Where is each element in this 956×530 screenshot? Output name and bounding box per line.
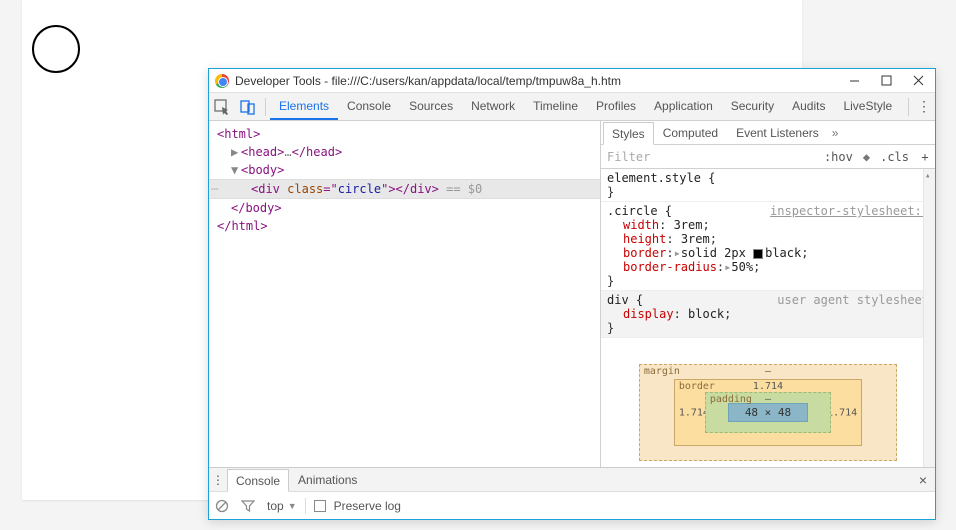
rule-source-link[interactable]: inspector-stylesheet:1	[770, 204, 929, 218]
styles-more-tabs-icon[interactable]: »	[832, 126, 839, 140]
devtools-window: Developer Tools - file:///C:/users/kan/a…	[208, 68, 936, 520]
drawer-tab-console[interactable]: Console	[227, 469, 289, 492]
dom-node[interactable]: </body>	[231, 201, 282, 215]
tab-console[interactable]: Console	[338, 93, 400, 120]
toggle-hover-button[interactable]: :hov	[818, 150, 859, 164]
preserve-log-checkbox[interactable]	[314, 500, 326, 512]
scrollbar[interactable]: ▴	[923, 169, 935, 497]
box-model-content-size: 48 × 48	[728, 403, 808, 422]
console-drawer: ⋮ Console Animations × top ▼ Preserve lo	[209, 467, 935, 519]
toggle-class-button[interactable]: .cls	[874, 150, 915, 164]
new-style-rule-button[interactable]: +	[915, 150, 935, 164]
window-minimize-button[interactable]	[847, 74, 861, 88]
pin-icon[interactable]: ◆	[859, 150, 874, 164]
rule-selector[interactable]: element.style {	[607, 171, 929, 185]
tab-livestyle[interactable]: LiveStyle	[834, 93, 901, 120]
filter-icon[interactable]	[241, 499, 259, 513]
console-context-select[interactable]: top ▼	[267, 499, 297, 513]
styles-tab-computed[interactable]: Computed	[654, 121, 727, 144]
devtools-title: Developer Tools - file:///C:/users/kan/a…	[235, 74, 841, 88]
styles-tab-event-listeners[interactable]: Event Listeners	[727, 121, 828, 144]
inspect-element-icon[interactable]	[209, 94, 235, 120]
circle-element[interactable]	[32, 25, 80, 73]
clear-console-icon[interactable]	[215, 499, 233, 513]
window-maximize-button[interactable]	[879, 74, 893, 88]
drawer-menu-button[interactable]: ⋮	[209, 473, 227, 487]
tab-network[interactable]: Network	[462, 93, 524, 120]
tab-profiles[interactable]: Profiles	[587, 93, 645, 120]
window-close-button[interactable]	[911, 74, 925, 88]
devtools-titlebar[interactable]: Developer Tools - file:///C:/users/kan/a…	[209, 69, 935, 93]
styles-filter-input[interactable]: Filter	[601, 150, 818, 164]
dom-node[interactable]: <body>	[241, 163, 284, 177]
styles-tabs: StylesComputedEvent Listeners »	[601, 121, 935, 145]
devtools-menu-button[interactable]: ⋮	[913, 98, 935, 115]
dom-node[interactable]: </html>	[217, 219, 268, 233]
tab-security[interactable]: Security	[722, 93, 783, 120]
tab-sources[interactable]: Sources	[400, 93, 462, 120]
chrome-icon	[215, 74, 229, 88]
drawer-tab-animations[interactable]: Animations	[289, 468, 366, 491]
tab-application[interactable]: Application	[645, 93, 722, 120]
dom-node[interactable]: <html>	[217, 127, 260, 141]
dom-selected-node[interactable]: <div class="circle"></div> == $0	[209, 179, 600, 199]
styles-rules[interactable]: ▴ element.style { } inspector-stylesheet…	[601, 169, 935, 497]
tab-audits[interactable]: Audits	[783, 93, 834, 120]
device-mode-icon[interactable]	[235, 94, 261, 120]
tab-timeline[interactable]: Timeline	[524, 93, 587, 120]
rule-source-ua: user agent stylesheet	[777, 293, 929, 307]
styles-tab-styles[interactable]: Styles	[603, 122, 654, 145]
tab-elements[interactable]: Elements	[270, 93, 338, 120]
devtools-toolbar: ElementsConsoleSourcesNetworkTimelinePro…	[209, 93, 935, 121]
elements-dom-tree[interactable]: <html> ▶<head>…</head> ▼<body> <div clas…	[209, 121, 600, 475]
box-model-diagram[interactable]: margin – border 1.714 1.714 1.714 paddin…	[601, 338, 935, 469]
preserve-log-label: Preserve log	[334, 499, 401, 513]
drawer-close-button[interactable]: ×	[911, 472, 935, 488]
